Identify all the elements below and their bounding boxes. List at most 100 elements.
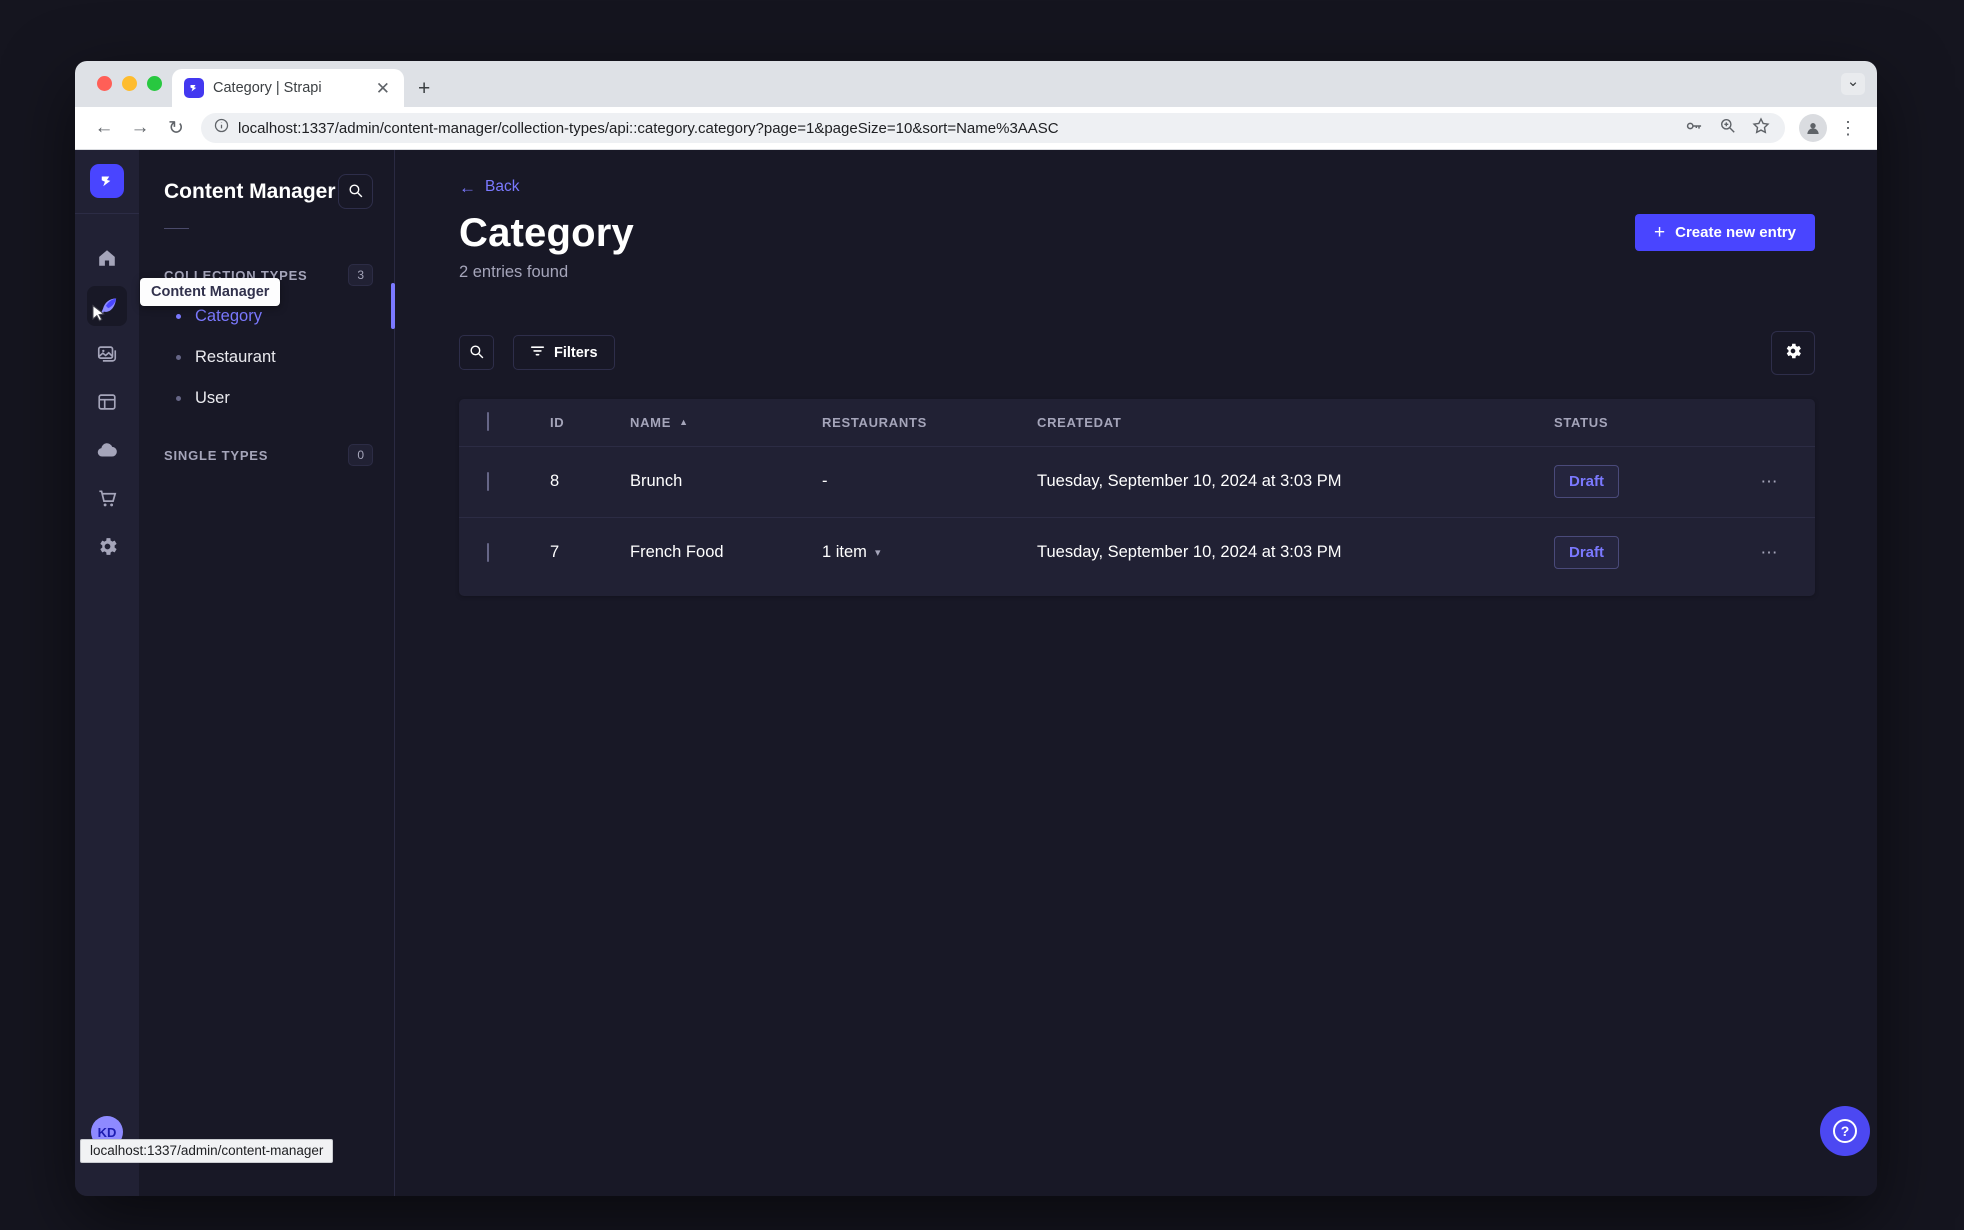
section-label: SINGLE TYPES [164,447,269,463]
strapi-logo[interactable] [90,164,124,198]
nav-divider [75,213,139,214]
browser-profile-avatar[interactable] [1799,114,1827,142]
table-search-button[interactable] [459,335,494,370]
main-content: ← Back Category 2 entries found + Create… [395,150,1877,1196]
gear-icon [1783,341,1803,364]
nav-home-icon[interactable] [87,238,127,278]
search-icon [468,343,485,363]
sidebar-item-label: Restaurant [195,348,276,366]
cell-id: 7 [550,543,560,561]
sidebar-item-label: User [195,389,230,407]
cell-name: French Food [630,543,724,561]
row-checkbox[interactable] [487,542,489,562]
view-settings-button[interactable] [1771,330,1815,375]
tab-close-icon[interactable]: ✕ [372,78,394,99]
zoom-page-icon[interactable] [1718,116,1737,140]
entries-table: ID NAME ▲ RESTAURANTS CREATEDAT STATUS 8 … [459,398,1815,596]
nav-marketplace-icon[interactable] [87,478,127,518]
row-actions-menu-icon[interactable]: ⋯ [1724,472,1815,492]
filters-label: Filters [554,344,598,361]
nav-content-manager-icon[interactable] [87,286,127,326]
bullet-icon [176,355,181,360]
subnav-divider [164,228,189,229]
tab-title: Category | Strapi [213,80,322,96]
back-label: Back [485,178,520,195]
column-header-createdat: CREATEDAT [1037,414,1122,430]
nav-media-library-icon[interactable] [87,334,127,374]
site-info-icon[interactable] [213,117,230,139]
filters-row: Filters [459,330,1815,375]
minimize-window-button[interactable] [122,76,137,91]
browser-menu-icon[interactable]: ⋮ [1833,118,1863,139]
browser-window: Category | Strapi ✕ + ⌄ ← → ↻ localhost:… [75,61,1877,1196]
sidebar-item-user[interactable]: User [139,378,394,419]
tab-strip: Category | Strapi ✕ + ⌄ [75,61,1877,107]
entries-count: 2 entries found [459,262,569,281]
create-button-label: Create new entry [1675,224,1796,241]
back-nav-icon[interactable]: ← [89,113,119,143]
browser-toolbar: ← → ↻ localhost:1337/admin/content-manag… [75,107,1877,150]
cell-restaurants[interactable]: 1 item ▾ [797,543,1012,562]
plus-icon: + [1654,222,1666,243]
browser-tab[interactable]: Category | Strapi ✕ [172,69,404,107]
reload-icon[interactable]: ↻ [161,113,191,143]
sort-ascending-icon: ▲ [679,417,689,427]
content-manager-tooltip: Content Manager [140,278,281,306]
chevron-down-icon: ▾ [874,547,881,559]
subnav-search-button[interactable] [338,174,373,209]
url-bar[interactable]: localhost:1337/admin/content-manager/col… [201,113,1785,143]
row-actions-menu-icon[interactable]: ⋯ [1724,543,1815,563]
table-row[interactable]: 7 French Food 1 item ▾ Tuesday, September… [459,516,1815,588]
zoom-window-button[interactable] [147,76,162,91]
table-row[interactable]: 8 Brunch - Tuesday, September 10, 2024 a… [459,445,1815,517]
page-title: Category [459,210,634,255]
strapi-favicon-icon [184,78,204,98]
single-types-count-badge: 0 [348,444,373,466]
nav-cloud-icon[interactable] [87,430,127,470]
content-manager-subnav: Content Manager COLLECTION TYPES 3 Categ… [139,150,395,1196]
filter-icon [530,345,545,361]
single-types-section[interactable]: SINGLE TYPES 0 [139,444,394,466]
row-checkbox[interactable] [487,471,489,491]
help-button[interactable]: ? [1820,1106,1870,1156]
back-arrow-icon: ← [459,177,476,197]
close-window-button[interactable] [97,76,112,91]
select-all-checkbox[interactable] [487,412,489,431]
collection-types-count-badge: 3 [348,264,373,286]
search-icon [347,182,364,202]
forward-nav-icon[interactable]: → [125,113,155,143]
cell-createdat: Tuesday, September 10, 2024 at 3:03 PM [1037,543,1342,561]
column-header-status: STATUS [1554,414,1609,430]
column-header-restaurants: RESTAURANTS [822,414,927,430]
column-header-name[interactable]: NAME ▲ [605,415,797,430]
bookmark-star-icon[interactable] [1751,116,1771,141]
bullet-icon [176,314,181,319]
nav-content-type-builder-icon[interactable] [87,382,127,422]
cell-id: 8 [550,472,560,490]
status-badge: Draft [1554,465,1620,498]
password-key-icon[interactable] [1684,116,1704,141]
strapi-app: KD Content Manager COLLECTION TYPES 3 Ca… [75,150,1877,1196]
filters-button[interactable]: Filters [513,335,615,370]
traffic-lights [97,76,162,91]
sidebar-item-restaurant[interactable]: Restaurant [139,337,394,378]
cell-restaurants: - [822,472,828,490]
nav-settings-icon[interactable] [87,526,127,566]
new-tab-button[interactable]: + [418,78,430,99]
table-header-row: ID NAME ▲ RESTAURANTS CREATEDAT STATUS [459,399,1815,446]
question-mark-icon: ? [1833,1119,1857,1143]
mouse-cursor [89,304,108,328]
bullet-icon [176,396,181,401]
url-text: localhost:1337/admin/content-manager/col… [238,119,1059,137]
link-status-tooltip: localhost:1337/admin/content-manager [80,1139,334,1163]
subnav-title: Content Manager [164,179,336,203]
column-header-id[interactable]: ID [525,415,605,430]
cell-name: Brunch [630,472,683,490]
cell-createdat: Tuesday, September 10, 2024 at 3:03 PM [1037,472,1342,490]
back-link[interactable]: ← Back [459,178,519,196]
main-nav: KD [75,150,139,1196]
tab-search-chevron-icon[interactable]: ⌄ [1841,73,1865,95]
sidebar-item-label: Category [195,307,262,325]
status-badge: Draft [1554,536,1620,569]
create-new-entry-button[interactable]: + Create new entry [1635,214,1815,251]
